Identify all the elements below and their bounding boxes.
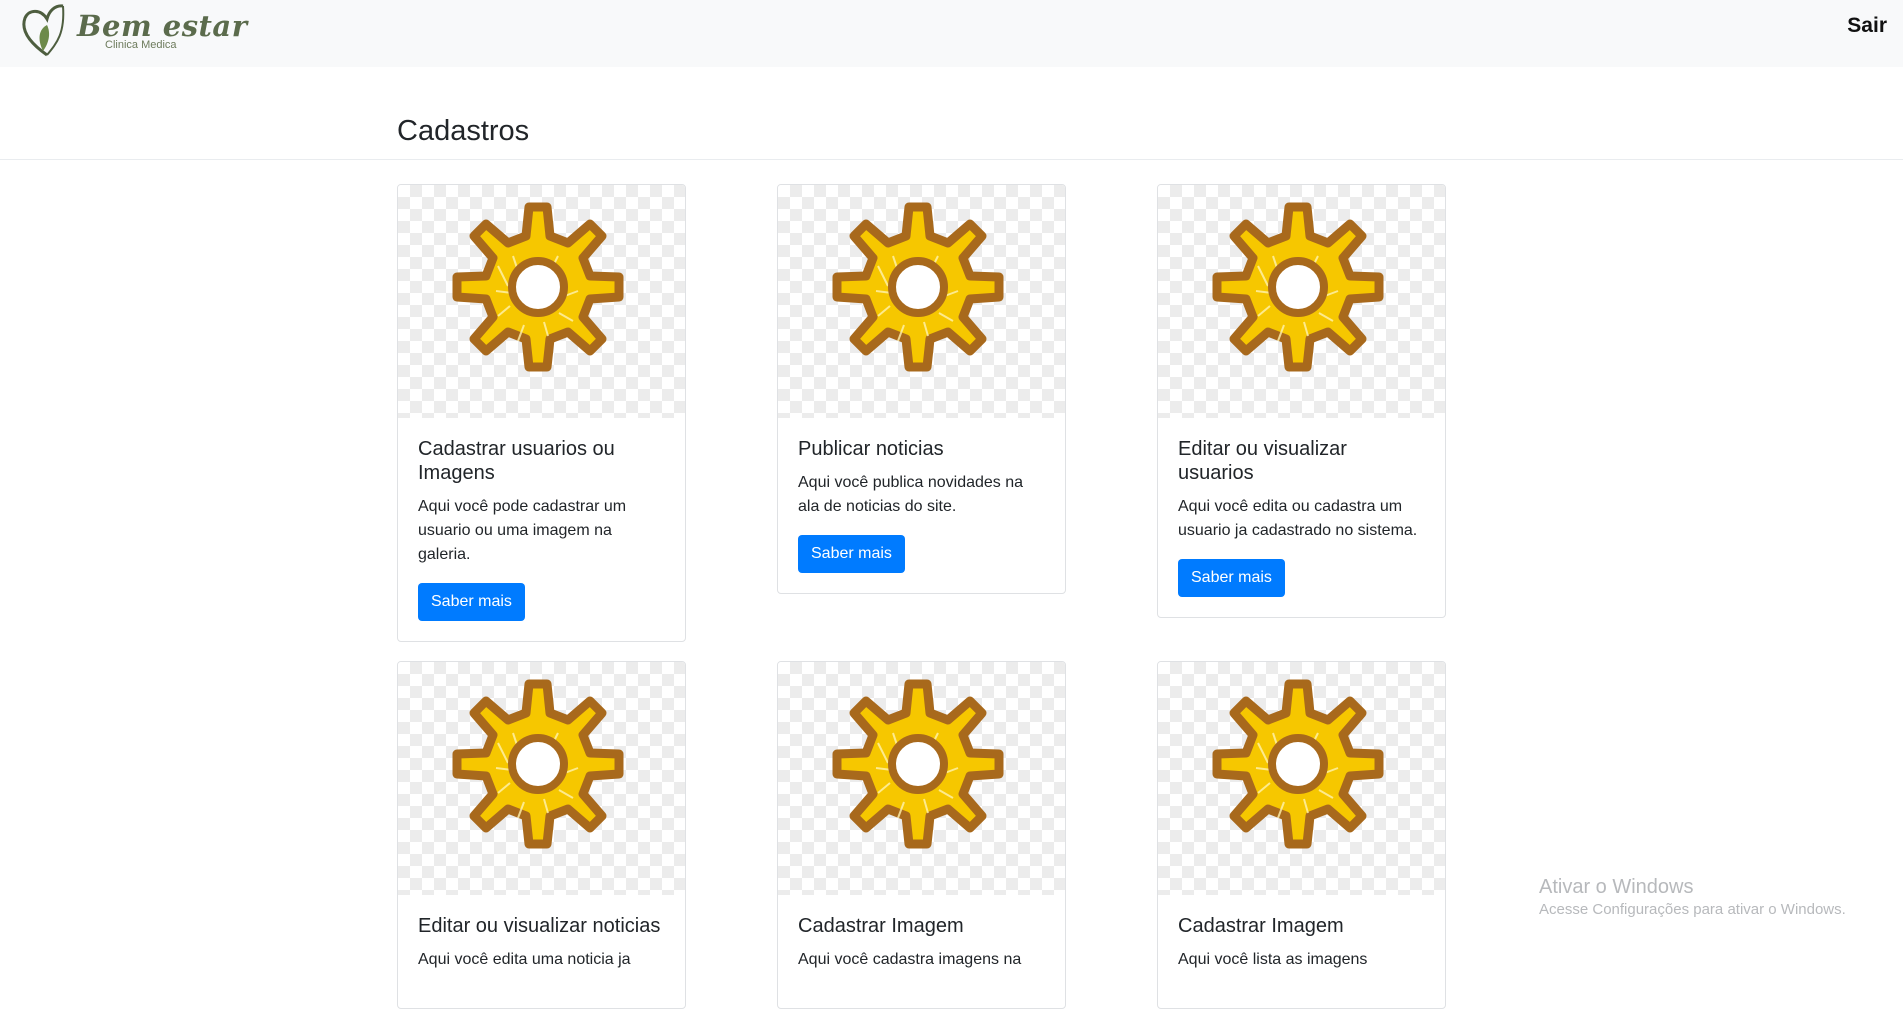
gear-icon [438, 196, 638, 378]
card-image [398, 185, 685, 418]
windows-activation-watermark: Ativar o Windows Acesse Configurações pa… [1539, 874, 1846, 920]
gear-icon [438, 673, 638, 855]
card-image [398, 662, 685, 895]
card-title: Cadastrar usuarios ou Imagens [418, 438, 615, 484]
page-title: Cadastros [397, 115, 530, 147]
card-title: Editar ou visualizar usuarios [1178, 438, 1347, 484]
card-image [1158, 185, 1445, 418]
card-title: Editar ou visualizar noticias [418, 915, 661, 937]
card-cadastrar-usuarios: Cadastrar usuarios ou Imagens Aqui você … [397, 184, 686, 642]
brand-subtitle: Clinica Medica [105, 39, 177, 51]
brand-name: Bem estar [77, 9, 248, 43]
saber-mais-button[interactable]: Saber mais [418, 583, 525, 621]
logout-link[interactable]: Sair [1847, 14, 1887, 38]
gear-icon [1198, 673, 1398, 855]
card-image [1158, 662, 1445, 895]
heart-leaf-icon [22, 4, 65, 57]
card-text: Aqui você publica novidades na ala de no… [798, 474, 1024, 515]
card-text: Aqui você edita ou cadastra um usuario j… [1178, 498, 1418, 539]
gear-icon [1198, 196, 1398, 378]
card-text: Aqui você pode cadastrar um usuario ou u… [418, 498, 627, 563]
card-editar-usuarios: Editar ou visualizar usuarios Aqui você … [1157, 184, 1446, 618]
card-text: Aqui você cadastra imagens na [798, 951, 1022, 968]
card-title: Cadastrar Imagem [798, 915, 964, 937]
card-editar-noticias: Editar ou visualizar noticias Aqui você … [397, 661, 686, 1009]
saber-mais-button[interactable]: Saber mais [798, 535, 905, 573]
watermark-title: Ativar o Windows [1539, 876, 1694, 898]
card-image [778, 662, 1065, 895]
card-image [778, 185, 1065, 418]
watermark-subtitle: Acesse Configurações para ativar o Windo… [1539, 901, 1846, 918]
card-text: Aqui você edita uma noticia ja [418, 951, 631, 968]
card-title: Cadastrar Imagem [1178, 915, 1344, 937]
card-title: Publicar noticias [798, 438, 944, 460]
card-cadastrar-imagem: Cadastrar Imagem Aqui você cadastra imag… [777, 661, 1066, 1009]
card-listar-imagens: Cadastrar Imagem Aqui você lista as imag… [1157, 661, 1446, 1009]
gear-icon [818, 673, 1018, 855]
card-text: Aqui você lista as imagens [1178, 951, 1368, 968]
navbar: Bem estar Clinica Medica Sair [0, 0, 1903, 67]
page-header: Cadastros [0, 67, 1903, 160]
gear-icon [818, 196, 1018, 378]
brand-logo[interactable]: Bem estar Clinica Medica [17, 3, 247, 63]
card-publicar-noticias: Publicar noticias Aqui você publica novi… [777, 184, 1066, 594]
saber-mais-button[interactable]: Saber mais [1178, 559, 1285, 597]
